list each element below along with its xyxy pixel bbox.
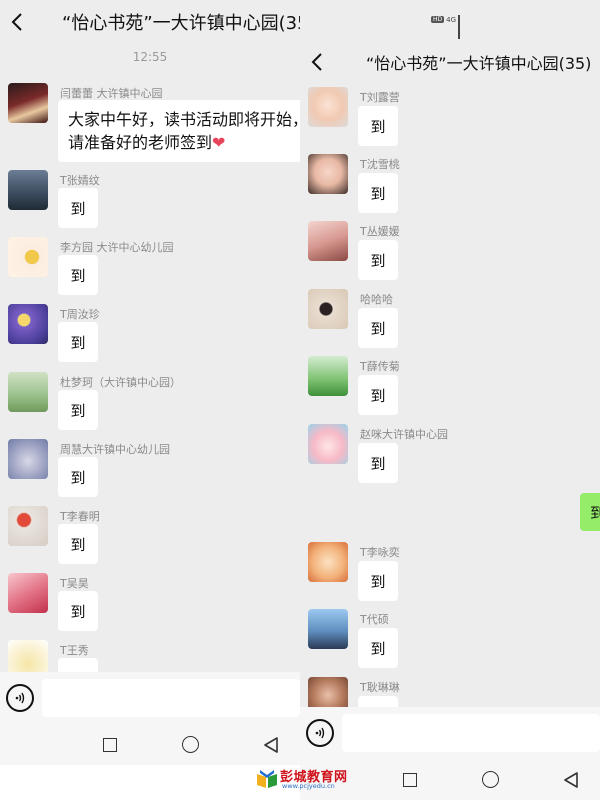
sender-name: 李方园 大许中心幼儿园 bbox=[60, 241, 174, 254]
right-chat-screen: HD 4G “怡心书苑”一大许镇中心园(35) T刘露营 到 T沈雪桃 到 T丛… bbox=[300, 0, 600, 800]
sender-name: 周慧大许镇中心幼儿园 bbox=[60, 443, 170, 456]
left-chat-screen: “怡心书苑”一大许镇中心园(35) 12:55 闫蕾蕾 大许镇中心园 大家中午好… bbox=[0, 0, 300, 765]
sender-name: T王秀 bbox=[60, 644, 89, 657]
heart-icon: ❤ bbox=[212, 133, 226, 152]
message-bubble: 到 bbox=[58, 524, 98, 564]
system-nav-bar bbox=[0, 722, 300, 765]
hd-badge: HD bbox=[430, 16, 445, 23]
message-input[interactable] bbox=[342, 714, 600, 752]
sender-name: T薛传菊 bbox=[360, 360, 400, 373]
watermark-url: www.pcjyedu.cn bbox=[282, 782, 335, 790]
message-bubble: 到 bbox=[358, 240, 398, 280]
sender-name: T沈雪桃 bbox=[360, 158, 400, 171]
message-bubble: 到 bbox=[58, 255, 98, 295]
avatar[interactable] bbox=[8, 372, 48, 412]
message-bubble: 到 bbox=[358, 561, 398, 601]
message-bubble: 到 bbox=[358, 106, 398, 146]
message-bubble: 到 bbox=[58, 457, 98, 497]
signal-icon bbox=[458, 15, 460, 39]
book-logo-icon bbox=[256, 768, 278, 790]
avatar[interactable] bbox=[8, 573, 48, 613]
sender-name: T耿琳琳 bbox=[360, 681, 400, 694]
sender-name: T李春明 bbox=[60, 510, 100, 523]
chat-title: “怡心书苑”一大许镇中心园(35) bbox=[366, 54, 592, 73]
sender-name: 哈哈哈 bbox=[360, 293, 393, 306]
message-bubble: 到 bbox=[358, 308, 398, 348]
message-bubble: 到 bbox=[358, 375, 398, 415]
chat-header: “怡心书苑”一大许镇中心园(35) bbox=[0, 0, 300, 44]
message-bubble: 到 bbox=[358, 628, 398, 668]
nav-back-icon[interactable] bbox=[263, 737, 279, 753]
message-bubble: 到 bbox=[58, 188, 98, 228]
timestamp: 12:55 bbox=[132, 50, 168, 64]
status-icons: HD 4G bbox=[430, 15, 460, 39]
avatar[interactable] bbox=[8, 304, 48, 344]
sender-name: T代硕 bbox=[360, 613, 389, 626]
sender-name: T吴昊 bbox=[60, 577, 89, 590]
voice-input-icon[interactable] bbox=[306, 719, 334, 747]
home-icon[interactable] bbox=[182, 736, 199, 753]
avatar[interactable] bbox=[308, 289, 348, 329]
avatar[interactable] bbox=[308, 356, 348, 396]
home-icon[interactable] bbox=[482, 771, 499, 788]
site-watermark: 彭城教育网 www.pcjyedu.cn bbox=[256, 766, 356, 794]
message-text: 请准备好的老师签到 bbox=[68, 133, 213, 152]
sender-name: T李咏奕 bbox=[360, 546, 400, 559]
message-text: 大家中午好，读书活动即将开始， bbox=[68, 110, 300, 129]
message-bubble: 到 bbox=[58, 322, 98, 362]
sender-name: 杜梦珂（大许镇中心园） bbox=[60, 376, 181, 389]
avatar[interactable] bbox=[308, 424, 348, 464]
avatar[interactable] bbox=[308, 542, 348, 582]
nav-back-icon[interactable] bbox=[563, 772, 579, 788]
message-bubble: 到 bbox=[358, 173, 398, 213]
status-bar: HD 4G bbox=[300, 0, 600, 40]
avatar[interactable] bbox=[308, 87, 348, 127]
message-bubble: 到 bbox=[358, 443, 398, 483]
chat-header: “怡心书苑”一大许镇中心园(35) bbox=[300, 40, 600, 84]
avatar[interactable] bbox=[308, 609, 348, 649]
message-bubble: 到 bbox=[58, 591, 98, 631]
avatar[interactable] bbox=[308, 154, 348, 194]
back-arrow-icon[interactable] bbox=[308, 47, 326, 77]
message-bubble: 大家中午好，读书活动即将开始， 请准备好的老师签到❤ bbox=[58, 100, 300, 162]
sender-name: 闫蕾蕾 大许镇中心园 bbox=[60, 87, 163, 100]
back-arrow-icon[interactable] bbox=[8, 7, 26, 37]
avatar[interactable] bbox=[8, 237, 48, 277]
message-bubble: 到 bbox=[58, 390, 98, 430]
recent-apps-icon[interactable] bbox=[403, 773, 417, 787]
avatar[interactable] bbox=[8, 170, 48, 210]
avatar[interactable] bbox=[8, 83, 48, 123]
sender-name: T刘露营 bbox=[360, 91, 400, 104]
sender-name: T周汝珍 bbox=[60, 308, 100, 321]
avatar[interactable] bbox=[308, 221, 348, 261]
input-bar bbox=[0, 672, 300, 722]
avatar[interactable] bbox=[8, 506, 48, 546]
chat-title: “怡心书苑”一大许镇中心园(35) bbox=[62, 13, 300, 34]
voice-input-icon[interactable] bbox=[6, 684, 34, 712]
sender-name: T丛媛媛 bbox=[360, 225, 400, 238]
avatar[interactable] bbox=[8, 439, 48, 479]
message-input[interactable] bbox=[42, 679, 300, 717]
sender-name: 赵咪大许镇中心园 bbox=[360, 428, 448, 441]
self-message-bubble: 到 bbox=[580, 493, 600, 531]
sender-name: T张婧纹 bbox=[60, 174, 100, 187]
network-label: 4G bbox=[446, 15, 456, 24]
recent-apps-icon[interactable] bbox=[103, 738, 117, 752]
input-bar bbox=[300, 707, 600, 757]
